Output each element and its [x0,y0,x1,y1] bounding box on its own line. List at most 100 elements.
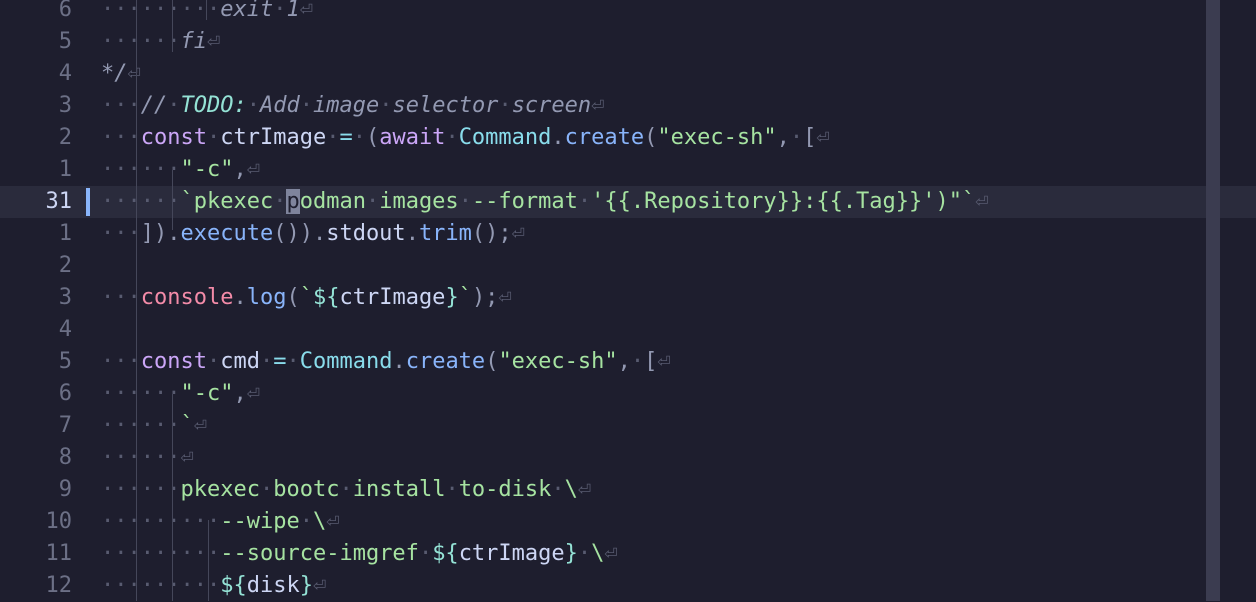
newline-marker: ⏎ [591,93,605,118]
code-token: ${ [312,285,340,310]
code-line[interactable]: 5 ···const·cmd·=·Command.create("exec-sh"… [0,346,1256,378]
vertical-scrollbar[interactable] [1206,0,1220,601]
code-line[interactable]: 10 ·········--wipe·\⏎ [0,506,1256,538]
code-line[interactable]: 6 ·········exit·1⏎ [0,0,1256,26]
code-token: install [352,477,446,502]
line-code[interactable]: ···console.log(`${ctrImage}`);⏎ [101,282,512,314]
code-line[interactable]: 6 ······"-c",⏎ [0,378,1256,410]
code-token: ··· [101,125,141,150]
newline-marker: ⏎ [246,157,260,182]
code-line[interactable]: 1 ······"-c",⏎ [0,154,1256,186]
line-code[interactable]: ······"-c",⏎ [101,378,260,410]
code-token: ··· [101,445,141,470]
code-token: bootc [273,477,340,502]
newline-marker: ⏎ [511,221,525,246]
code-token: . [551,125,565,150]
code-line-current[interactable]: 31 ······`pkexec·podman·images·--format·'… [0,186,1256,218]
code-token: . [405,221,419,246]
code-editor[interactable]: 6 ·········exit·1⏎ 5 ······fi⏎ 4 */⏎ 3 ···//·TO… [0,0,1256,601]
newline-marker: ⏎ [657,349,671,374]
code-token: screen [511,93,592,118]
code-token: · [273,0,287,22]
code-token: "-c" [180,157,234,182]
line-code[interactable]: ·········${disk}⏎ [101,570,326,602]
code-line[interactable]: 9 ······pkexec·bootc·install·to-disk·\⏎ [0,474,1256,506]
indent-guide [172,394,173,601]
code-token: "exec-sh" [657,125,777,150]
code-token: Command [299,349,393,374]
code-token: cmd [220,349,260,374]
line-code[interactable]: ···]).execute()).stdout.trim();⏎ [101,218,525,250]
newline-marker: ⏎ [816,125,830,150]
code-token: */ [101,61,128,86]
line-code[interactable]: ······"-c",⏎ [101,154,260,186]
code-line[interactable]: 2 [0,250,1256,282]
line-number: 31 [45,189,73,214]
code-token: `pkexec [180,189,274,214]
code-token: ··· [140,189,181,214]
code-line[interactable]: 12 ·········${disk}⏎ [0,570,1256,602]
code-token: --wipe [220,509,300,534]
code-line[interactable]: 11 ·········--source-imgref·${ctrImage}·\… [0,538,1256,570]
line-code[interactable]: ···//·TODO:·Add·image·selector·screen⏎ [101,90,604,122]
code-token: \ [312,509,327,534]
code-token: (); [471,221,512,246]
code-line[interactable]: 4 */⏎ [0,58,1256,90]
code-token: , [776,125,790,150]
code-token: TODO: [180,93,247,118]
line-code[interactable]: */⏎ [101,58,141,90]
line-number: 2 [58,125,72,150]
newline-marker: ⏎ [207,29,221,54]
line-code[interactable]: ······⏎ [101,442,194,474]
line-code[interactable]: ···const·cmd·=·Command.create("exec-sh",… [101,346,671,378]
indent-guide [206,0,207,20]
code-line[interactable]: 8 ······⏎ [0,442,1256,474]
scrollbar-thumb[interactable] [1206,0,1220,601]
code-token: ( [286,285,300,310]
line-number: 9 [58,477,72,502]
code-token: · [326,125,340,150]
code-token: . [233,285,247,310]
cursor-line-marker [86,188,90,216]
line-number: 11 [45,541,73,566]
indent-guide [136,0,137,601]
code-token: ··· [140,477,181,502]
line-number: 1 [58,221,72,246]
code-token: · [246,93,260,118]
line-code[interactable]: ······`⏎ [101,410,207,442]
code-token: ctrImage [339,285,446,310]
code-line[interactable]: 3 ···//·TODO:·Add·image·selector·screen⏎ [0,90,1256,122]
line-number: 6 [58,381,72,406]
code-token: · [273,189,287,214]
code-line[interactable]: 7 ······`⏎ [0,410,1256,442]
code-token: · [365,189,380,214]
line-code[interactable]: ······pkexec·bootc·install·to-disk·\⏎ [101,474,591,506]
newline-marker: ⏎ [299,0,313,22]
line-code[interactable]: ·········--source-imgref·${ctrImage}·\⏎ [101,538,618,570]
code-token: · [418,541,433,566]
code-token: ( [485,349,499,374]
code-line[interactable]: 2 ···const·ctrImage·=·(await·Command.crea… [0,122,1256,154]
line-code[interactable]: ······`pkexec·podman·images·--format·'{{… [101,186,989,218]
line-number: 8 [58,445,72,470]
code-token: · [259,477,274,502]
code-token: exit [220,0,274,22]
code-line[interactable]: 4 [0,314,1256,346]
code-token: odman [299,189,366,214]
code-token: log [246,285,287,310]
line-code[interactable]: ······fi⏎ [101,26,220,58]
text-cursor: p [286,189,300,214]
code-line[interactable]: 5 ······fi⏎ [0,26,1256,58]
line-number: 10 [45,509,73,534]
code-token: ··· [101,477,141,502]
code-token: "-c" [180,381,234,406]
code-token: · [498,93,512,118]
code-line[interactable]: 3 ···console.log(`${ctrImage}`);⏎ [0,282,1256,314]
code-token: · [445,477,459,502]
code-token: create [405,349,486,374]
code-line[interactable]: 1 ···]).execute()).stdout.trim();⏎ [0,218,1256,250]
code-token: \ [564,477,578,502]
code-token: · [445,125,459,150]
newline-marker: ⏎ [312,573,327,598]
line-code[interactable]: ···const·ctrImage·=·(await·Command.creat… [101,122,830,154]
